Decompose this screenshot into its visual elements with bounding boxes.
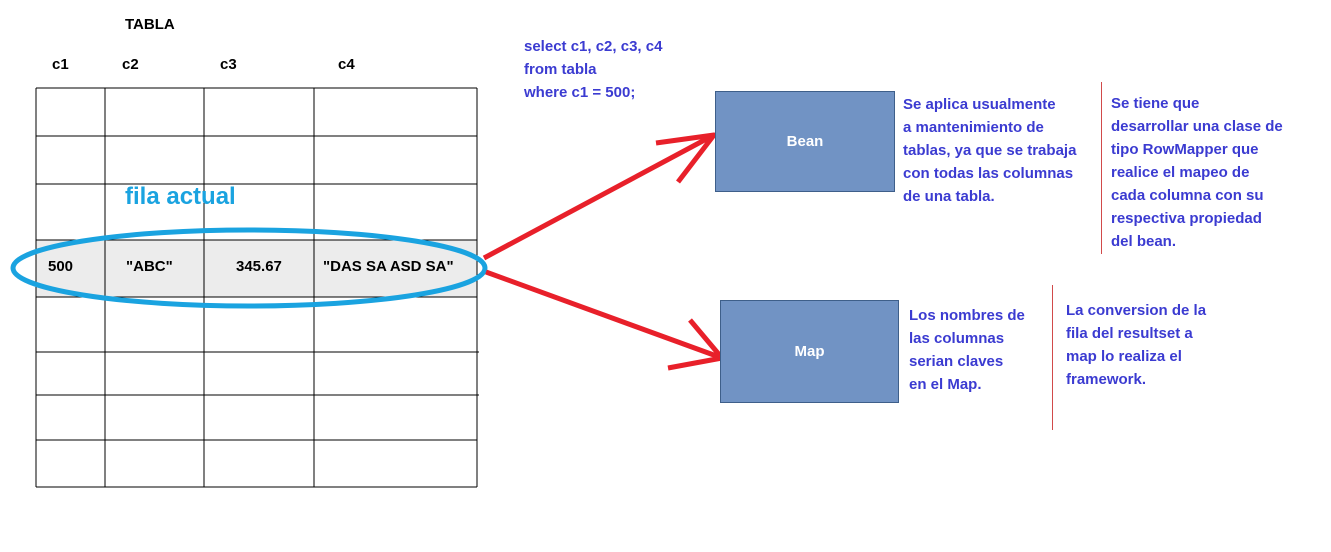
bean-detail-line: desarrollar una clase de	[1111, 118, 1283, 135]
column-header-c4: c4	[338, 56, 355, 73]
bean-note-line: de una tabla.	[903, 188, 995, 205]
map-note-line: en el Map.	[909, 376, 982, 393]
bean-note-line: tablas, ya que se trabaja	[903, 142, 1077, 159]
current-row-label: fila actual	[125, 183, 236, 210]
sql-line-3: where c1 = 500;	[524, 84, 636, 101]
map-detail-line: map lo realiza el	[1066, 348, 1182, 365]
table-title: TABLA	[125, 16, 175, 33]
map-detail: La conversion de la fila del resultset a…	[1066, 299, 1206, 391]
bean-divider	[1101, 82, 1102, 254]
map-note-line: serian claves	[909, 353, 1004, 370]
bean-note-line: con todas las columnas	[903, 165, 1074, 182]
map-box: Map	[720, 300, 899, 403]
current-row-cell-c2: "ABC"	[126, 258, 173, 275]
bean-note: Se aplica usualmente a mantenimiento de …	[903, 93, 1076, 208]
bean-detail: Se tiene que desarrollar una clase de ti…	[1111, 92, 1283, 253]
map-detail-line: La conversion de la	[1066, 302, 1207, 319]
map-note-line: Los nombres de	[909, 307, 1025, 324]
sql-line-1: select c1, c2, c3, c4	[524, 38, 663, 55]
current-row-cell-c3: 345.67	[236, 258, 282, 275]
map-note-line: las columnas	[909, 330, 1005, 347]
map-note: Los nombres de las columnas serian clave…	[909, 304, 1025, 396]
bean-note-line: Se aplica usualmente	[903, 96, 1056, 113]
map-detail-line: framework.	[1066, 371, 1147, 388]
current-row-cell-c1: 500	[48, 258, 74, 275]
map-divider	[1052, 285, 1053, 430]
bean-detail-line: realice el mapeo de	[1111, 164, 1250, 181]
bean-detail-line: respectiva propiedad	[1111, 210, 1262, 227]
current-row-cell-c4: "DAS SA ASD SA"	[323, 258, 454, 275]
map-detail-line: fila del resultset a	[1066, 325, 1193, 342]
bean-note-line: a mantenimiento de	[903, 119, 1044, 136]
column-header-c1: c1	[52, 56, 69, 73]
bean-detail-line: del bean.	[1111, 233, 1177, 250]
column-header-c3: c3	[220, 56, 237, 73]
sql-query: select c1, c2, c3, c4 from tabla where c…	[524, 35, 662, 104]
bean-detail-line: tipo RowMapper que	[1111, 141, 1259, 158]
bean-detail-line: cada columna con su	[1111, 187, 1264, 204]
diagram-canvas	[10, 87, 725, 488]
column-header-c2: c2	[122, 56, 139, 73]
arrow-to-map	[485, 269, 725, 371]
bean-detail-line: Se tiene que	[1111, 95, 1200, 112]
bean-box: Bean	[715, 91, 895, 192]
arrow-to-bean	[482, 132, 717, 261]
sql-line-2: from tabla	[524, 61, 597, 78]
